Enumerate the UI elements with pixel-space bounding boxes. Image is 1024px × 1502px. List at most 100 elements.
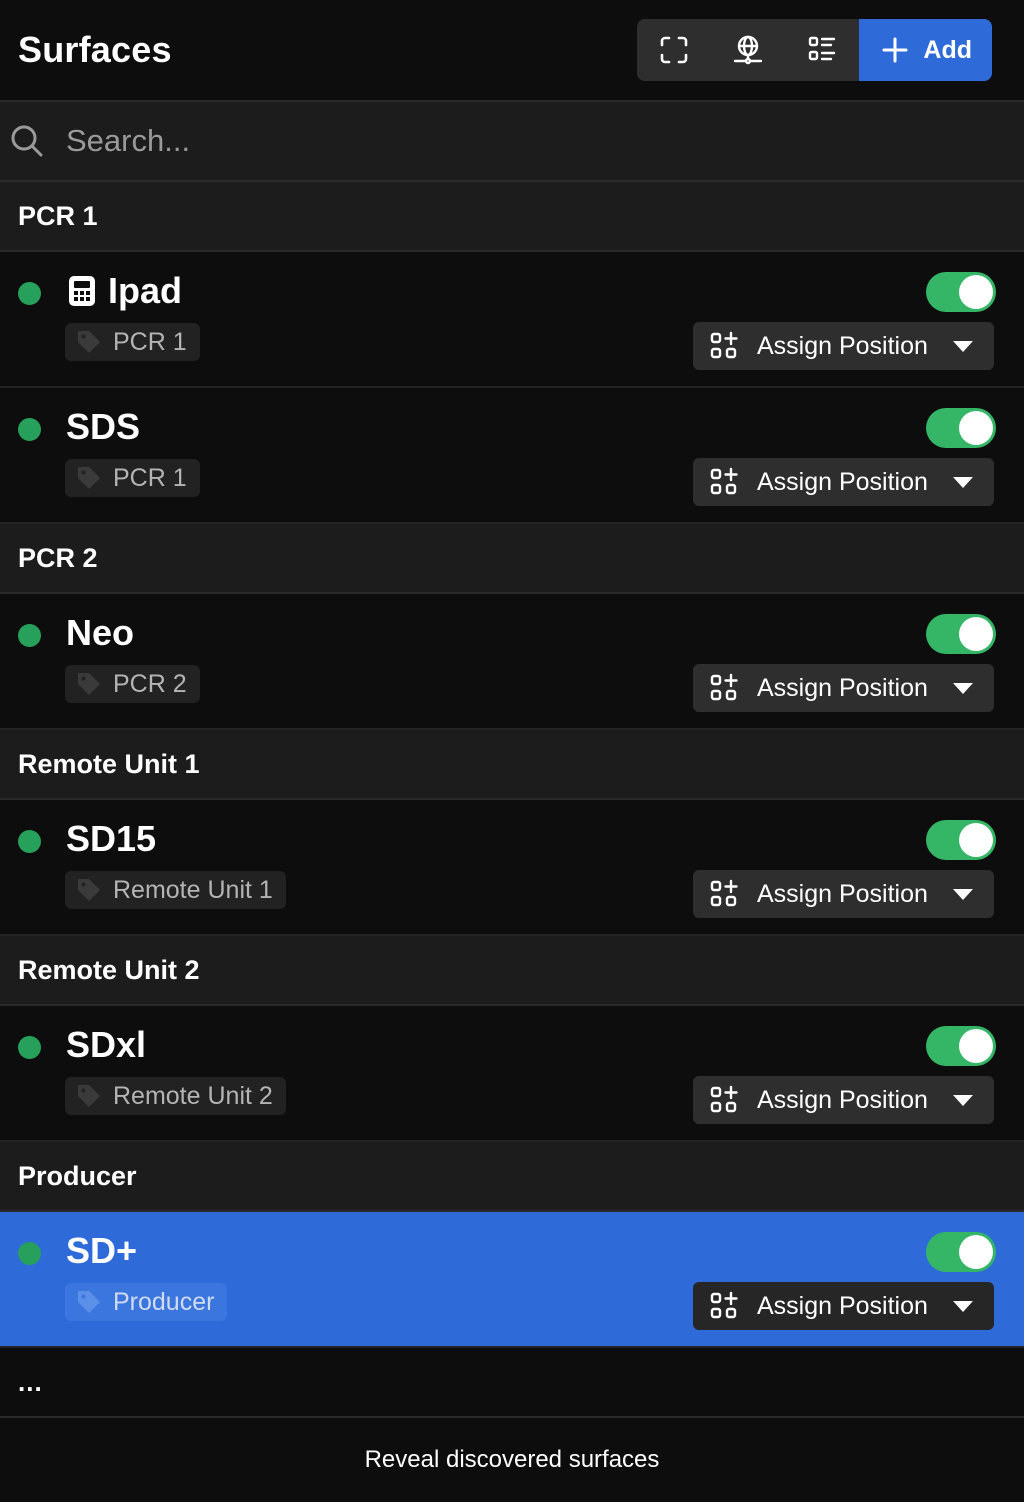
assign-position-label: Assign Position <box>757 1291 928 1320</box>
tag-icon <box>78 879 100 901</box>
surface-enable-toggle[interactable] <box>926 1232 996 1272</box>
search-input[interactable] <box>66 123 1014 159</box>
surface-tag-label: PCR 1 <box>113 463 187 492</box>
surface-tag-label: Remote Unit 2 <box>113 1081 273 1110</box>
tag-icon <box>78 467 100 489</box>
tag-icon <box>78 673 100 695</box>
assign-grid-icon <box>710 1291 738 1319</box>
status-indicator <box>18 830 41 853</box>
surface-name-label: Ipad <box>108 270 183 311</box>
toggle-knob <box>959 617 993 651</box>
assign-position-label: Assign Position <box>757 1085 928 1114</box>
page-title: Surfaces <box>18 29 172 70</box>
surface-name-label: SDxl <box>66 1024 147 1065</box>
add-button-label: Add <box>923 35 972 64</box>
surface-name: Neo <box>66 612 134 654</box>
assign-grid-icon <box>710 1085 738 1113</box>
surface-row[interactable]: SDxl Remote Unit 2 Assign Position <box>0 1006 1024 1142</box>
status-indicator <box>18 282 41 305</box>
chevron-down-icon <box>953 889 973 900</box>
tag-icon <box>78 1291 100 1313</box>
assign-position-label: Assign Position <box>757 879 928 908</box>
fullscreen-button[interactable] <box>637 19 711 81</box>
surface-row[interactable]: SD+ Producer Assign Position <box>0 1212 1024 1348</box>
toggle-knob <box>959 275 993 309</box>
group-header: Producer <box>0 1142 1024 1212</box>
status-indicator <box>18 1036 41 1059</box>
surface-enable-toggle[interactable] <box>926 614 996 654</box>
surface-enable-toggle[interactable] <box>926 408 996 448</box>
status-indicator <box>18 418 41 441</box>
toggle-knob <box>959 411 993 445</box>
assign-position-label: Assign Position <box>757 467 928 496</box>
surface-row[interactable]: Ipad PCR 1 Assign Position <box>0 252 1024 388</box>
surface-enable-toggle[interactable] <box>926 1026 996 1066</box>
assign-position-button[interactable]: Assign Position <box>693 322 994 370</box>
toolbar: Add <box>637 19 992 81</box>
surface-tag: PCR 1 <box>65 459 200 497</box>
surface-tag: PCR 1 <box>65 323 200 361</box>
assign-grid-icon <box>710 673 738 701</box>
tablet-icon <box>69 276 95 306</box>
assign-position-label: Assign Position <box>757 673 928 702</box>
surface-tag-label: Producer <box>113 1287 215 1316</box>
group-header: PCR 1 <box>0 182 1024 252</box>
group-header: Remote Unit 2 <box>0 936 1024 1006</box>
assign-position-button[interactable]: Assign Position <box>693 664 994 712</box>
surface-name-label: SD+ <box>66 1230 138 1271</box>
search-bar <box>0 102 1024 182</box>
search-icon <box>11 125 43 157</box>
tag-icon <box>78 331 100 353</box>
assign-grid-icon <box>710 879 738 907</box>
surface-name: Ipad <box>66 270 182 312</box>
toggle-knob <box>959 1029 993 1063</box>
surface-name: SD+ <box>66 1230 137 1272</box>
network-icon <box>734 35 763 65</box>
assign-position-button[interactable]: Assign Position <box>693 1282 994 1330</box>
surface-row[interactable]: Neo PCR 2 Assign Position <box>0 594 1024 730</box>
group-header: PCR 2 <box>0 524 1024 594</box>
network-button[interactable] <box>711 19 785 81</box>
chevron-down-icon <box>953 683 973 694</box>
tag-icon <box>78 1085 100 1107</box>
surface-name: SD15 <box>66 818 156 860</box>
status-indicator <box>18 1242 41 1265</box>
surface-enable-toggle[interactable] <box>926 820 996 860</box>
surface-name: SDxl <box>66 1024 146 1066</box>
chevron-down-icon <box>953 341 973 352</box>
plus-icon <box>882 37 908 63</box>
add-button[interactable]: Add <box>859 19 992 81</box>
chevron-down-icon <box>953 477 973 488</box>
surfaces-panel: Surfaces Add Search... PCR 1 Ipad PCR 1 … <box>0 0 1024 1502</box>
fullscreen-icon <box>661 36 688 64</box>
surface-enable-toggle[interactable] <box>926 272 996 312</box>
surface-name-label: SD15 <box>66 818 157 859</box>
reveal-discovered-surfaces-button[interactable]: Reveal discovered surfaces <box>0 1418 1024 1502</box>
assign-position-label: Assign Position <box>757 331 928 360</box>
surface-groups: PCR 1 Ipad PCR 1 Assign Position SDS PCR 1 Ass… <box>0 182 1024 1348</box>
group-header: Remote Unit 1 <box>0 730 1024 800</box>
chevron-down-icon <box>953 1095 973 1106</box>
surface-name: SDS <box>66 406 140 448</box>
surface-row[interactable]: SD15 Remote Unit 1 Assign Position <box>0 800 1024 936</box>
assign-position-button[interactable]: Assign Position <box>693 458 994 506</box>
chevron-down-icon <box>953 1301 973 1312</box>
toggle-knob <box>959 1235 993 1269</box>
surface-tag: PCR 2 <box>65 665 200 703</box>
assign-position-button[interactable]: Assign Position <box>693 1076 994 1124</box>
surface-tag-label: PCR 2 <box>113 669 187 698</box>
assign-grid-icon <box>710 467 738 495</box>
header: Surfaces Add <box>0 0 1024 102</box>
assign-position-button[interactable]: Assign Position <box>693 870 994 918</box>
surface-name-label: SDS <box>66 406 141 447</box>
list-view-icon <box>809 36 836 61</box>
surface-tag-label: Remote Unit 1 <box>113 875 273 904</box>
surface-tag-label: PCR 1 <box>113 327 187 356</box>
surface-row[interactable]: SDS PCR 1 Assign Position <box>0 388 1024 524</box>
surface-tag: Remote Unit 2 <box>65 1077 286 1115</box>
surface-name-label: Neo <box>66 612 135 653</box>
surface-tag: Remote Unit 1 <box>65 871 286 909</box>
more-indicator: ... <box>0 1348 1024 1418</box>
toggle-knob <box>959 823 993 857</box>
list-view-button[interactable] <box>785 19 859 81</box>
